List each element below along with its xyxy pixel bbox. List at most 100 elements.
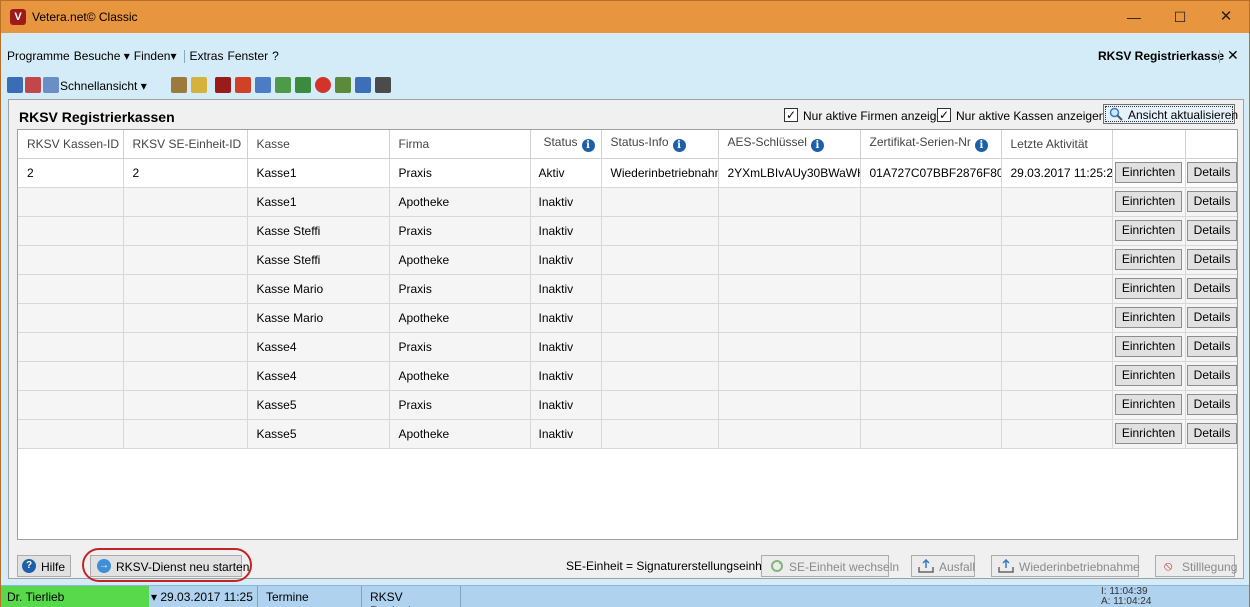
help-button[interactable]: ? Hilfe [17, 555, 71, 577]
registers-table: RKSV Kassen-ID RKSV SE-Einheit-ID Kasse … [18, 130, 1237, 449]
details-button[interactable]: Details [1186, 249, 1237, 270]
cell-se-id [123, 187, 248, 217]
current-user[interactable]: Dr. Tierlieb [1, 586, 149, 607]
lab-icon[interactable] [335, 77, 351, 93]
status-bar: Dr. Tierlieb ▾ 29.03.2017 11:25 Termine … [1, 585, 1249, 607]
active-registers-checkbox[interactable]: ✓ [937, 108, 951, 122]
details-button[interactable]: Details [1186, 423, 1237, 444]
info-icon[interactable]: i [672, 139, 686, 153]
cell-se-id [123, 303, 248, 333]
info-icon[interactable]: i [974, 139, 988, 153]
open-window-tab[interactable]: RKSV Registrier… [361, 586, 461, 607]
details-button[interactable]: Details [1186, 191, 1237, 212]
users-icon[interactable] [7, 77, 23, 93]
close-button[interactable]: ✕ [1203, 1, 1249, 33]
setup-button[interactable]: Einrichten [1114, 278, 1183, 299]
money-icon[interactable] [275, 77, 291, 93]
cell-status: Inaktiv [530, 390, 602, 420]
details-button[interactable]: Details [1186, 220, 1237, 241]
active-registers-label[interactable]: Nur aktive Kassen anzeigen [956, 109, 1105, 123]
highlight-annotation [82, 548, 252, 582]
medicine-icon[interactable] [235, 77, 251, 93]
column-header-letzte-aktivitaet[interactable]: Letzte Aktivität [1001, 130, 1113, 159]
details-button[interactable]: Details [1186, 336, 1237, 357]
quickview-dropdown[interactable]: Schnellansicht ▾ [60, 79, 147, 93]
details-button[interactable]: Details [1186, 307, 1237, 328]
se-unit-note: SE-Einheit = Signaturerstellungseinheit [566, 559, 775, 573]
info-icon[interactable]: i [581, 139, 595, 153]
cell-kasse: Kasse1 [247, 187, 390, 217]
refresh-view-button[interactable]: Ansicht aktualisieren [1103, 104, 1238, 124]
cell-last-activity: 29.03.2017 11:25:21 [1001, 158, 1113, 188]
menu-fenster[interactable]: Fenster [227, 49, 268, 63]
cell-aes-key [718, 361, 861, 391]
paw-icon[interactable] [171, 77, 187, 93]
appointments-tab[interactable]: Termine [257, 586, 361, 607]
menu-besuche[interactable]: Besuche ▾ [74, 49, 130, 63]
table-row[interactable]: Kasse4 Apotheke Inaktiv Einrichten Details [18, 361, 1237, 391]
cell-certificate-serial [860, 187, 1002, 217]
cell-se-id [123, 361, 248, 391]
active-window-close-icon[interactable]: ✕ [1227, 47, 1239, 64]
setup-button[interactable]: Einrichten [1114, 249, 1183, 270]
menu-finden[interactable]: Finden▾ [134, 49, 177, 63]
table-row[interactable]: Kasse5 Praxis Inaktiv Einrichten Details [18, 390, 1237, 420]
menu-help[interactable]: ? [272, 49, 279, 63]
table-row[interactable]: Kasse5 Apotheke Inaktiv Einrichten Details [18, 419, 1237, 449]
setup-button[interactable]: Einrichten [1114, 423, 1183, 444]
details-button[interactable]: Details [1186, 365, 1237, 386]
table-row[interactable]: Kasse1 Apotheke Inaktiv Einrichten Details [18, 187, 1237, 217]
maximize-button[interactable]: ☐ [1157, 1, 1203, 33]
minimize-button[interactable]: — [1111, 1, 1157, 33]
status-date-dropdown[interactable]: ▾ 29.03.2017 11:25 [151, 590, 253, 604]
cell-setup: Einrichten [1112, 390, 1186, 420]
table-row[interactable]: Kasse Mario Apotheke Inaktiv Einrichten Deta… [18, 303, 1237, 333]
menu-programme[interactable]: Programme [7, 49, 70, 63]
setup-button[interactable]: Einrichten [1114, 162, 1183, 183]
setup-button[interactable]: Einrichten [1114, 365, 1183, 386]
document-icon[interactable] [355, 77, 371, 93]
setup-button[interactable]: Einrichten [1114, 191, 1183, 212]
book-icon[interactable] [191, 77, 207, 93]
stop-icon[interactable] [315, 77, 331, 93]
active-firms-label[interactable]: Nur aktive Firmen anzeigen [803, 109, 950, 123]
registers-grid: RKSV Kassen-ID RKSV SE-Einheit-ID Kasse … [17, 129, 1238, 540]
active-firms-checkbox[interactable]: ✓ [784, 108, 798, 122]
setup-button[interactable]: Einrichten [1114, 220, 1183, 241]
table-row[interactable]: Kasse Mario Praxis Inaktiv Einrichten Detail… [18, 274, 1237, 304]
cell-setup: Einrichten [1112, 361, 1186, 391]
calculator-icon[interactable] [375, 77, 391, 93]
details-button[interactable]: Details [1186, 394, 1237, 415]
column-header-kassen-id[interactable]: RKSV Kassen-ID [18, 130, 124, 159]
cell-certificate-serial [860, 274, 1002, 304]
title-bar[interactable]: V Vetera.net© Classic — ☐ ✕ [1, 1, 1249, 33]
logo-icon[interactable] [215, 77, 231, 93]
table-row[interactable]: Kasse Steffi Praxis Inaktiv Einrichten Detai… [18, 216, 1237, 246]
printer-icon[interactable] [25, 77, 41, 93]
menu-extras[interactable]: Extras [189, 49, 223, 63]
decommission-button[interactable]: ⦸ Stilllegung [1155, 555, 1237, 577]
cell-certificate-serial [860, 216, 1002, 246]
quickview-icon[interactable] [43, 77, 59, 93]
column-header-status[interactable]: Status i [530, 130, 602, 159]
column-header-aes[interactable]: AES-Schlüssel i [718, 130, 861, 159]
info-icon[interactable]: i [810, 139, 824, 153]
column-header-firma[interactable]: Firma [389, 130, 531, 159]
column-header-kasse[interactable]: Kasse [247, 130, 390, 159]
setup-button[interactable]: Einrichten [1114, 394, 1183, 415]
table-row[interactable]: Kasse Steffi Apotheke Inaktiv Einrichten Det… [18, 245, 1237, 275]
column-header-se-id[interactable]: RKSV SE-Einheit-ID [123, 130, 248, 159]
column-header-status-info[interactable]: Status-Info i [601, 130, 719, 159]
setup-button[interactable]: Einrichten [1114, 307, 1183, 328]
table-row[interactable]: 22Kasse1PraxisAktivWiederinbetriebnahme2… [18, 158, 1237, 188]
outage-button[interactable]: Ausfall [911, 555, 975, 577]
table-row[interactable]: Kasse4 Praxis Inaktiv Einrichten Details [18, 332, 1237, 362]
syringe-icon[interactable] [295, 77, 311, 93]
recommission-button[interactable]: Wiederinbetriebnahme [991, 555, 1140, 577]
form-icon[interactable] [255, 77, 271, 93]
column-header-zertifikat[interactable]: Zertifikat-Serien-Nr i [860, 130, 1002, 159]
setup-button[interactable]: Einrichten [1114, 336, 1183, 357]
details-button[interactable]: Details [1186, 162, 1237, 183]
switch-se-unit-button[interactable]: SE-Einheit wechseln [761, 555, 899, 577]
details-button[interactable]: Details [1186, 278, 1237, 299]
